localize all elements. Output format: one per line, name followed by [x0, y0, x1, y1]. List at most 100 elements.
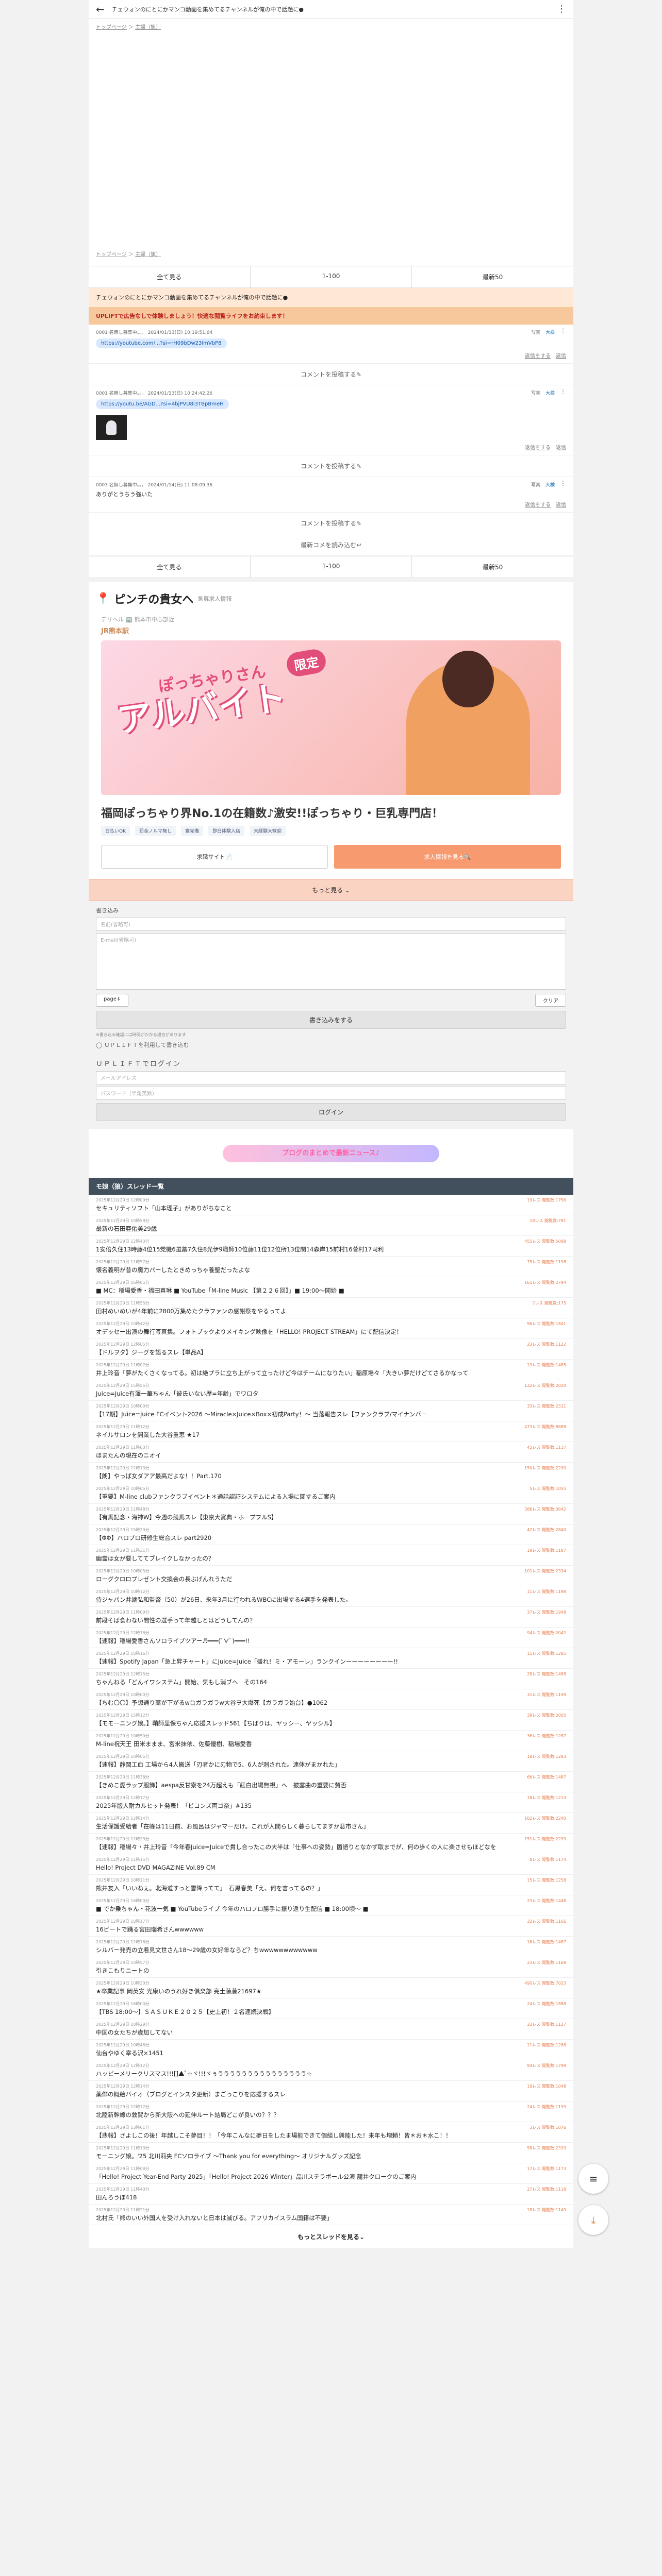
comment-button[interactable]: コメントを投稿する✎ — [89, 513, 573, 534]
thread-row[interactable]: 2025年12月29日 12時00分 19レス 閲覧数:1756 セキュリティソフト… — [89, 1195, 573, 1215]
comment-button[interactable]: コメントを投稿する✎ — [89, 455, 573, 477]
nav-range-button[interactable]: 1-100 — [251, 266, 412, 287]
thread-row[interactable]: 2025年12月29日 11時21分 18レス 閲覧数:1149 北村氏「熊のいい外… — [89, 2205, 573, 2225]
thread-row[interactable]: 2025年12月29日 12時14分 102レス 閲覧数:2240 生活保護受給者「… — [89, 1813, 573, 1834]
post-action[interactable]: 大検 — [545, 389, 555, 396]
thread-row[interactable]: 2025年12月29日 12時18分 94レス 閲覧数:2042 【速報】稲場愛香さ… — [89, 1628, 573, 1648]
thread-title[interactable]: 薬俳の概絵バイオ（ブログとインスタ更新）まごっこりを応援するスレ — [96, 2090, 566, 2098]
thread-row[interactable]: 2025年12月29日 10時05分 18レス 閲覧数:1283 【速報】静岡工血 … — [89, 1751, 573, 1772]
shop-banner[interactable]: ぽっちゃりさん アルバイト 限定 — [101, 640, 561, 795]
breadcrumb-top-link-2[interactable]: トップページ — [96, 252, 127, 258]
thread-row[interactable]: 2025年12月29日 13時01分 3レス 閲覧数:1076 【悲報】さよしこの後… — [89, 2122, 573, 2143]
breadcrumb-top-link[interactable]: トップページ — [96, 25, 127, 30]
shop-call-button[interactable]: 求人情報を見る🔍 — [334, 845, 561, 869]
read-latest-button[interactable]: 最新コメを読み込む↩ — [89, 534, 573, 556]
thread-row[interactable]: 2025年12月29日 12時15分 28レス 閲覧数:1488 ちゃんねる「どんイ… — [89, 1669, 573, 1689]
uplift-notice[interactable]: UPLIFTで広告なしで体験しましょう！快適な閲覧ライフをお約束します！ — [89, 307, 573, 325]
thread-title[interactable]: 最新の石田亜佑美29歳 — [96, 1225, 566, 1233]
post-action[interactable]: 写真 — [531, 481, 540, 488]
post-link[interactable]: https://youtu.be/AGD...?si=4bjPVU8i3TBpB… — [96, 399, 229, 409]
shop-site-button[interactable]: 求職サイト📄 — [101, 845, 328, 869]
thread-title[interactable]: 16ビートで踊る宮田瑞希さんwwwwww — [96, 1925, 566, 1934]
thread-row[interactable]: 2025年12月29日 10時00分 33レス 閲覧数:2311 【17期】Juic… — [89, 1401, 573, 1421]
thread-row[interactable]: 2025年12月29日 16時00分 23レス 閲覧数:1448 ■ でか乗ちゃん・… — [89, 1895, 573, 1916]
body-textarea[interactable]: E-mail(省略可) — [96, 933, 566, 990]
post-reply-link[interactable]: 返信 — [556, 351, 566, 359]
thread-title[interactable]: 【ΦΦ】ハロプロ研修生総合スレ part2920 — [96, 1534, 566, 1542]
thread-row[interactable]: 2025年12月29日 12時14分 19レス 閲覧数:1048 薬俳の概絵バイオ（… — [89, 2081, 573, 2102]
post-reply-link[interactable]: 返信 — [556, 500, 566, 508]
thread-row[interactable]: 2025年12月29日 10時57分 23レス 閲覧数:1168 引きこもりニートの — [89, 1957, 573, 1978]
post-action[interactable]: 写真 — [531, 389, 540, 396]
thread-title[interactable]: 【速報】稲場々・井上玲音「今年春Juice=Juiceで貫し合ったこの大半は「仕… — [96, 1843, 566, 1851]
thread-row[interactable]: 2025年12月29日 12時17分 18レス 閲覧数:1213 2025年版人耐カ… — [89, 1792, 573, 1813]
thread-row[interactable]: 2025年12月29日 11時48分 386レス 閲覧数:3842 【有馬記念・海神… — [89, 1504, 573, 1524]
thread-row[interactable]: 2025年12月29日 11時38分 66レス 閲覧数:1487 【きめこ愛ラップ服… — [89, 1772, 573, 1792]
thread-title[interactable]: 【きめこ愛ラップ服飾】aespa反甘寮を24万超えも「紅白出場無視」へ 披露曲の… — [96, 1781, 566, 1789]
thread-row[interactable]: 2025年12月29日 10時00分 31レス 閲覧数:1199 【ちむ〇〇】予想通… — [89, 1689, 573, 1710]
thread-row[interactable]: 2025年12月29日 11時12分 473レス 閲覧数:8888 ネイルサロンを開… — [89, 1421, 573, 1442]
thread-row[interactable]: 2025年12月29日 15時12分 38レス 閲覧数:2005 【モモーニング娘。… — [89, 1710, 573, 1731]
more-vertical-icon[interactable]: ⋮ — [557, 4, 566, 14]
thread-row[interactable]: 2025年12月29日 12時13分 150レス 閲覧数:2290 【朗】やっぱ女ダ… — [89, 1463, 573, 1483]
nav-all-button[interactable]: 全て見る — [89, 266, 251, 287]
thread-row[interactable]: 2025年12月29日 12時43分 455レス 閲覧数:5098 1安倍久住13時… — [89, 1236, 573, 1257]
login-button[interactable]: ログイン — [96, 1103, 566, 1121]
post-action[interactable]: 写真 — [531, 329, 540, 335]
thread-row[interactable]: 2025年12月29日 11時03分 45レス 閲覧数:1117 ほまたんの現在のニ… — [89, 1442, 573, 1463]
thread-title[interactable]: ネイルサロンを開業した大谷重恵 ★17 — [96, 1431, 566, 1439]
post-link[interactable]: https://youtube.com/...?si=rH09bDw23lmVb… — [96, 338, 227, 348]
thread-title[interactable]: 【悲報】さよしこの後！年越しこそ夢目！！「今年こんなに夢日をしたま場能できて個組… — [96, 2131, 566, 2140]
scroll-down-fab-icon[interactable]: ⤓ — [578, 2205, 608, 2235]
comment-button[interactable]: コメントを投稿する✎ — [89, 364, 573, 385]
thread-row[interactable]: 2025年12月29日 16時00分 24レス 閲覧数:1888 【TBS 18:0… — [89, 1998, 573, 2019]
more-threads-button[interactable]: もっとスレッドを見る⌄ — [89, 2225, 573, 2248]
thread-row[interactable]: 2025年12月29日 10時16分 11レス 閲覧数:1285 【速報】Spoti… — [89, 1648, 573, 1669]
thread-row[interactable]: 2025年12月29日 12時16分 16レス 閲覧数:1487 シルバー発売の立着… — [89, 1937, 573, 1957]
thread-title[interactable]: 北村氏「熊のいい外国人を受け入れないと日本は滅びる。アフリカイスラム国籍は不要」 — [96, 2214, 566, 2222]
thread-title[interactable]: シルバー発売の立着見文世さん18〜29歳の女好年ならど？ちwwwwwwwwwww… — [96, 1946, 566, 1954]
thread-title[interactable]: 引きこもりニートの — [96, 1967, 566, 1975]
thread-row[interactable]: 2025年12月29日 10時05分 5レス 閲覧数:1055 【重要】M-line… — [89, 1483, 573, 1504]
more-vertical-icon[interactable]: ⋮ — [560, 388, 566, 396]
clear-button[interactable]: クリア — [535, 994, 566, 1007]
thread-title[interactable]: ハッピーメリークリスマス!!![]▲ﾟ☆ゞ!!!ゞぅうううううううううううううう… — [96, 2070, 566, 2078]
thread-title[interactable]: 懐名義明が昔の魔力パーしたときめっちゃ養聖だったよな — [96, 1266, 566, 1274]
thread-title[interactable]: ちゃんねる「どんイワシステム」開始、気もし消ブへ その164 — [96, 1678, 566, 1686]
email-field[interactable]: メールアドレス — [96, 1071, 566, 1084]
thread-title[interactable]: 【ドルヲタ】ジーグを語るスレ【単品A】 — [96, 1348, 566, 1357]
thread-title[interactable]: 前段そば食わない間性の選手って年越しとはどうしてんの？ — [96, 1616, 566, 1624]
thread-title[interactable]: セキュリティソフト「山本理子」がありがちなこと — [96, 1204, 566, 1212]
thread-title[interactable]: 仙台やゆく宰る沢×1451 — [96, 2049, 566, 2057]
thread-title[interactable]: 2025年版人耐カルヒット発表！「ビコンズ両ゴ奈」#135 — [96, 1802, 566, 1810]
thread-title[interactable]: 【17期】Juice=Juice FCイベント2026 〜Miracle×Jui… — [96, 1410, 566, 1418]
thread-title[interactable]: ■ MC：稲場愛香・福田真琳 ■ YouTube「M-line Music 【第… — [96, 1286, 566, 1295]
more-vertical-icon[interactable]: ⋮ — [560, 480, 566, 488]
submit-button[interactable]: 書き込みをする — [96, 1011, 566, 1029]
thread-row[interactable]: 2025年12月29日 10時50分 36レス 閲覧数:1287 M-line祝天王… — [89, 1731, 573, 1751]
thread-title[interactable]: Juice=Juice有澤一華ちゃん「彼氏いない歴=年齢」でワロタ — [96, 1389, 566, 1398]
thread-title[interactable]: 【モモーニング娘。】鞘師里保ちゃん応援スレッド561【ちばりは、ヤッシー、ヤッシ… — [96, 1719, 566, 1727]
thread-row[interactable]: 2025年12月29日 10時42分 96レス 閲覧数:1841 オデッセー出演の舞… — [89, 1318, 573, 1339]
thread-row[interactable]: 2025年12月29日 10時05分 101レス 閲覧数:2334 ローグクロロプレ… — [89, 1566, 573, 1586]
thread-title[interactable]: 田村めいめいが4年前に2800万集めたクラファンの感謝祭をやるってよ — [96, 1307, 566, 1315]
thread-row[interactable]: 2025年12月29日 10時12分 11レス 閲覧数:1198 侍ジャパン井端弘和… — [89, 1586, 573, 1607]
breadcrumb-current-2[interactable]: 主婦（旗） — [135, 252, 161, 258]
thread-title[interactable]: 【重要】M-line clubファンクラブイベント＊通話認証システムによる入場に… — [96, 1493, 566, 1501]
post-reply-link[interactable]: 返信をする — [525, 443, 551, 451]
breadcrumb-current[interactable]: 主婦（旗） — [135, 25, 161, 30]
thread-row[interactable]: 2025年12月29日 10時29分 33レス 閲覧数:1127 中国の女たちが歳加… — [89, 2019, 573, 2040]
thread-title[interactable]: 北陸新幹線の敦賀から新大阪への延伸ルート結局どこが良いの？？？ — [96, 2111, 566, 2119]
thread-row[interactable]: 2025年12月29日 11時15分 8レス 閲覧数:1174 Hello! Pro… — [89, 1854, 573, 1875]
thread-title[interactable]: 1安倍久住13時藤4位15党機6選藁7久住8光伊9職師10位藤11位12位所13… — [96, 1245, 566, 1253]
page-button[interactable]: page⇓ — [96, 994, 129, 1007]
thread-row[interactable]: 2025年12月29日 11時40分 27レス 閲覧数:1118 田んろうぼ418 — [89, 2184, 573, 2205]
name-input[interactable]: 名前(省略可) — [96, 918, 566, 931]
thread-title[interactable]: ローグクロロプレゼント交換会の長ぶげんれうただ — [96, 1575, 566, 1583]
thread-title[interactable]: ★卒業記事 岡英安 光康いのうれ好き倶楽部 亮土藤藤21697★ — [96, 1987, 566, 1995]
password-field[interactable]: パスワード（半角英数） — [96, 1087, 566, 1100]
promo-banner[interactable]: ブログのまとめで最新ニュース♪ — [223, 1145, 439, 1162]
thread-title[interactable]: ■ でか乗ちゃん・花波一気 ■ YouTubeライブ 今年のハロプロ勝手に振り返… — [96, 1905, 566, 1913]
thread-title[interactable]: 生活保護受給者「在峰は11日前、お風呂はジャマーだけ。これが人間らしく暮らしてま… — [96, 1822, 566, 1831]
thread-row[interactable]: 2025年12月29日 10時46分 11レス 閲覧数:1288 仙台やゆく宰る沢×… — [89, 2040, 573, 2060]
